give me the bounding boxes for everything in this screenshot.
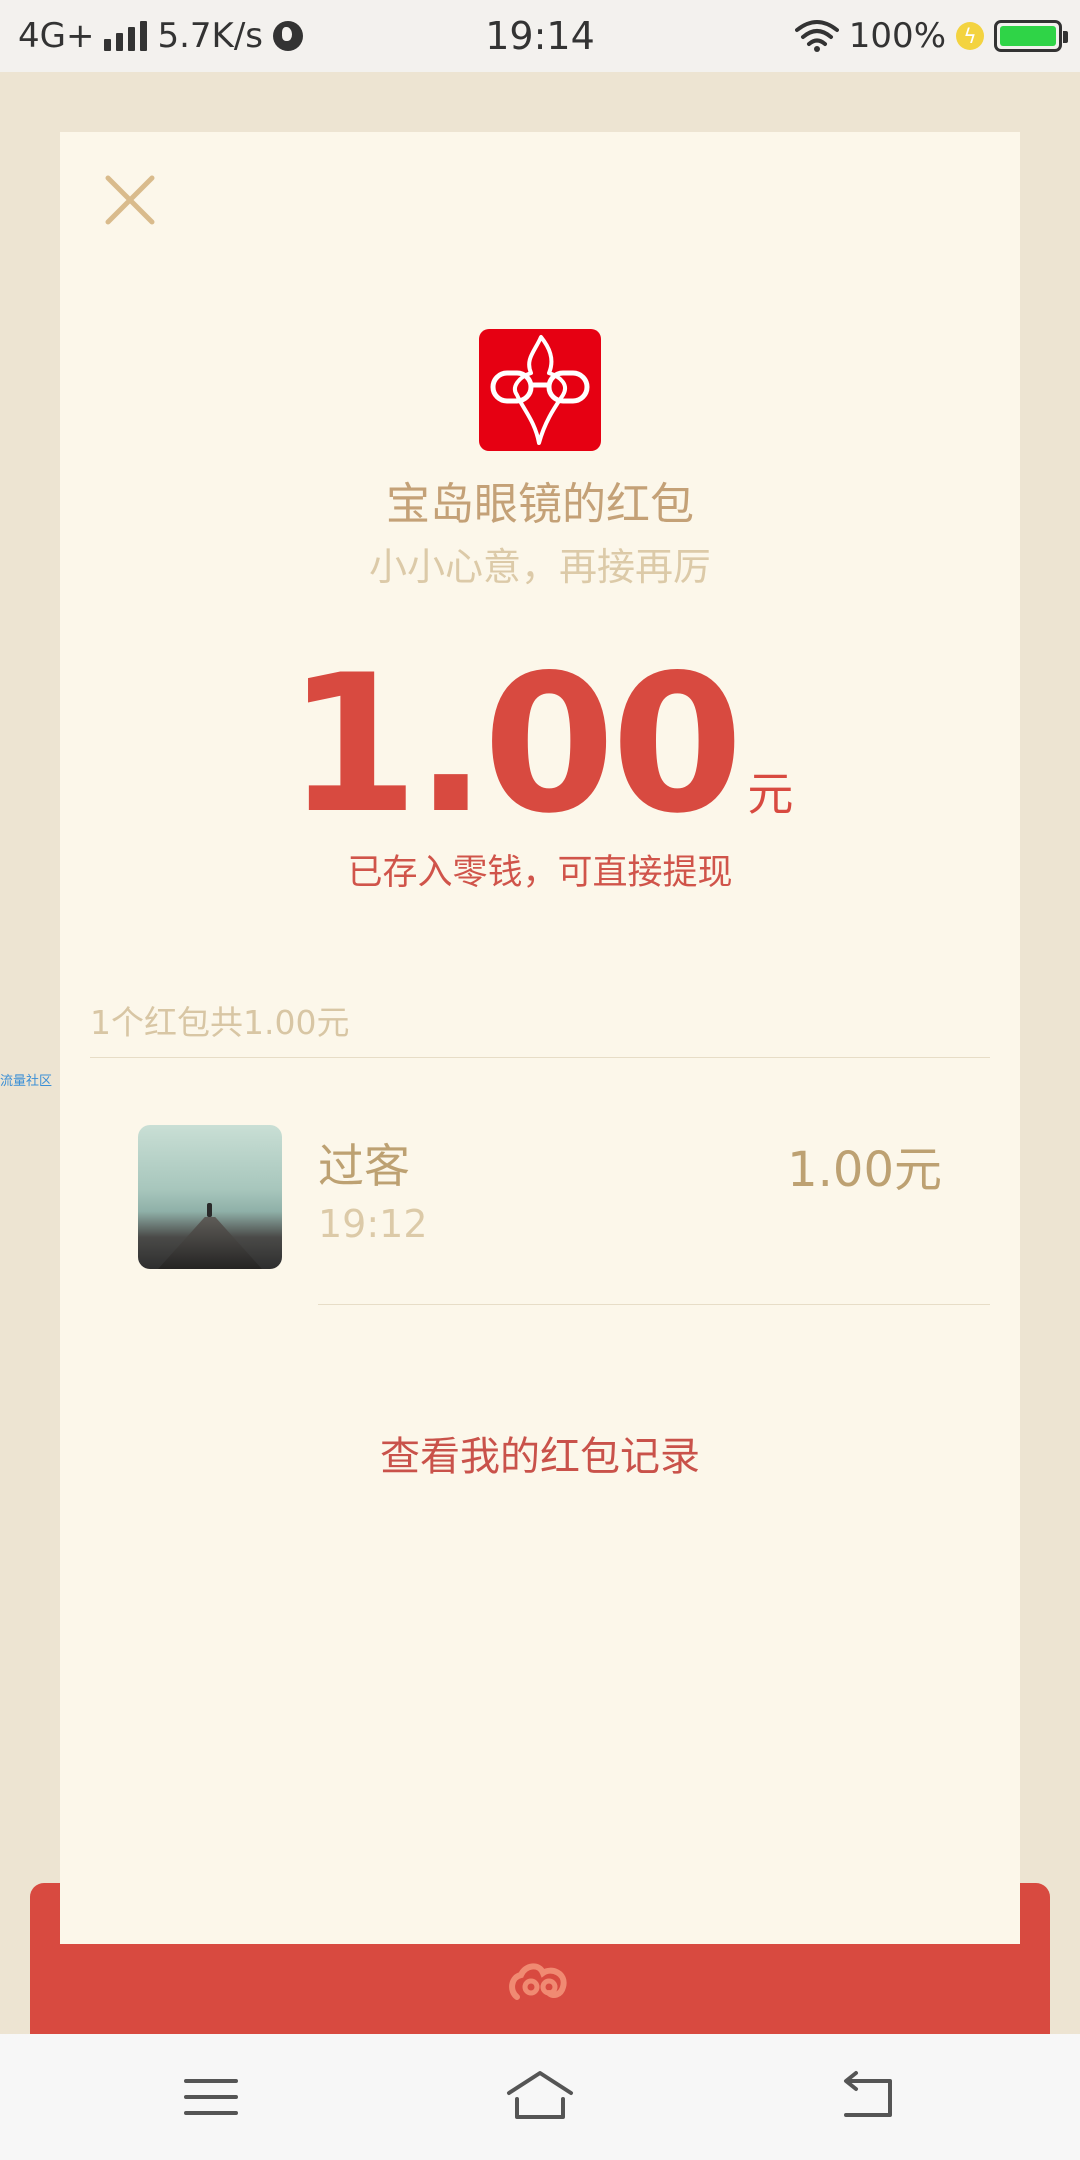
view-records-link[interactable]: 查看我的红包记录 bbox=[0, 1424, 1080, 1482]
divider bbox=[90, 1057, 990, 1058]
home-icon[interactable] bbox=[505, 2067, 575, 2127]
deposit-note: 已存入零钱，可直接提现 bbox=[347, 853, 733, 893]
wifi-icon bbox=[794, 20, 839, 52]
optical-shop-logo bbox=[479, 329, 601, 451]
amount-display: 1.00 元 bbox=[0, 650, 1080, 840]
close-icon[interactable] bbox=[102, 172, 158, 228]
divider bbox=[318, 1304, 990, 1305]
amount-unit: 元 bbox=[747, 767, 794, 821]
battery-percent: 100% bbox=[848, 16, 946, 56]
status-right: 100% ϟ bbox=[794, 14, 1068, 58]
side-community-tag[interactable]: 流量社区 bbox=[0, 1070, 52, 1089]
cloud-swirl-icon bbox=[509, 1963, 567, 2000]
avatar[interactable] bbox=[138, 1125, 282, 1269]
greeting-message: 小小心意，再接再厉 bbox=[368, 545, 711, 589]
packet-summary: 1个红包共1.00元 bbox=[90, 1003, 350, 1042]
amount-value: 1.00 bbox=[286, 634, 744, 855]
back-icon[interactable] bbox=[834, 2067, 904, 2127]
sender-title: 宝岛眼镜的红包 bbox=[386, 479, 694, 530]
recipient-name: 过客 bbox=[318, 1139, 410, 1193]
system-nav-bar bbox=[0, 2034, 1080, 2160]
status-bar: 4G+ 5.7K/s 19:14 100% ϟ bbox=[0, 0, 1080, 72]
battery-icon bbox=[994, 20, 1068, 52]
receive-time: 19:12 bbox=[318, 1202, 428, 1246]
received-amount: 1.00元 bbox=[787, 1142, 942, 1198]
card-torn-edge bbox=[60, 1932, 1020, 1944]
charging-icon: ϟ bbox=[956, 22, 984, 50]
menu-icon[interactable] bbox=[176, 2067, 246, 2127]
